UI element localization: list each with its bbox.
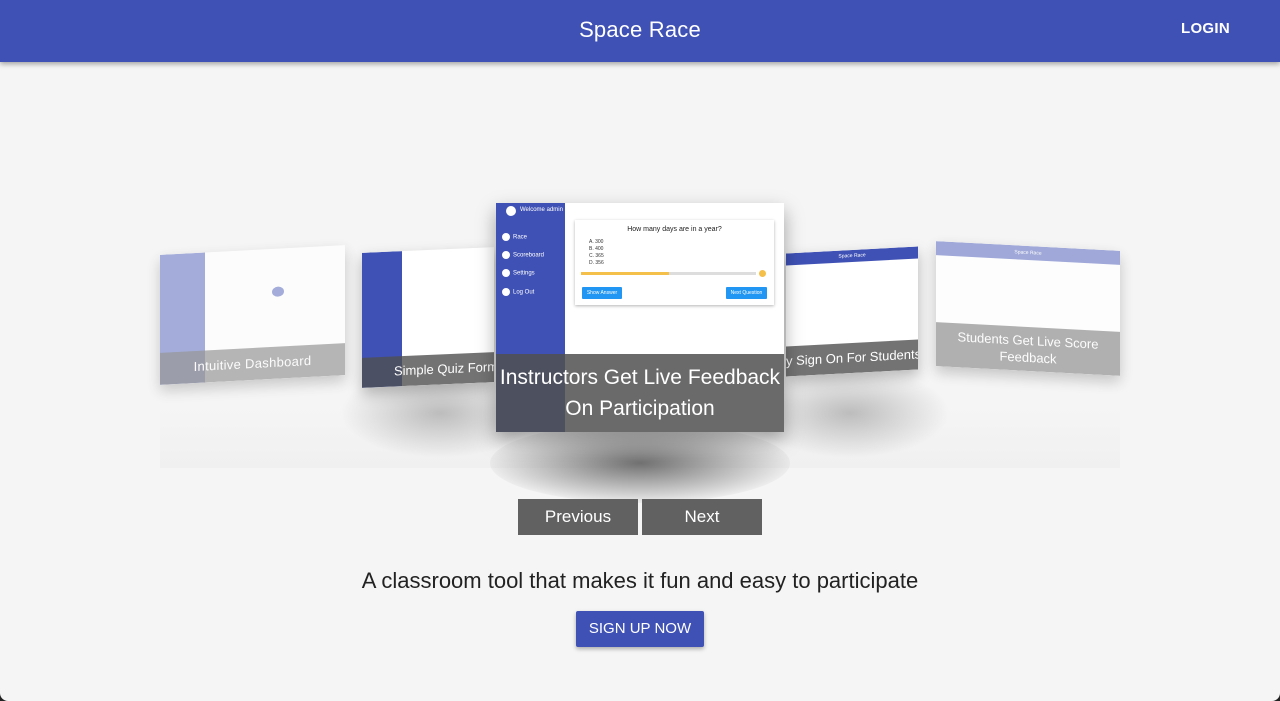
carousel-slide-live-feedback[interactable]: Welcome admin Race Scoreboard Settings L… xyxy=(496,203,784,432)
slide-caption: y Sign On For Students xyxy=(786,339,918,377)
nav-item-settings: Settings xyxy=(502,269,535,277)
smiley-icon xyxy=(759,270,766,277)
avatar-icon xyxy=(506,206,516,216)
option-b: B. 400 xyxy=(589,246,604,252)
option-d: D. 356 xyxy=(589,260,604,266)
login-button[interactable]: LOGIN xyxy=(1181,20,1230,37)
plus-icon xyxy=(502,233,510,241)
carousel-shadow xyxy=(490,423,790,503)
option-a: A. 300 xyxy=(589,239,604,245)
logout-icon xyxy=(502,288,510,296)
slide-caption: Students Get Live Score Feedback xyxy=(936,322,1120,376)
carousel-slide-dashboard[interactable]: Intuitive Dashboard xyxy=(160,245,345,385)
slide-topbar: Space Race xyxy=(786,246,918,266)
slide-fab xyxy=(272,286,284,297)
carousel: Intuitive Dashboard Simple Quiz Forms Sp… xyxy=(160,68,1120,503)
question-card: How many days are in a year? A. 300 B. 4… xyxy=(575,220,774,305)
tagline: A classroom tool that makes it fun and e… xyxy=(361,568,919,593)
page: Space Race LOGIN Intuitive Dashboard Sim… xyxy=(0,0,1280,701)
app-title: Space Race xyxy=(579,17,701,42)
welcome-text: Welcome admin xyxy=(520,207,563,213)
gear-icon xyxy=(502,269,510,277)
question-text: How many days are in a year? xyxy=(627,226,722,233)
carousel-slide-sign-on[interactable]: Space Race y Sign On For Students xyxy=(786,246,918,377)
sign-up-button[interactable]: SIGN UP NOW xyxy=(576,611,704,647)
nav-item-race: Race xyxy=(502,233,527,241)
nav-label: Race xyxy=(513,234,528,241)
nav-label: Settings xyxy=(513,270,535,277)
show-answer-button: Show Answer xyxy=(582,287,622,299)
nav-item-logout: Log Out xyxy=(502,288,534,296)
slide-caption: Instructors Get Live Feedback On Partici… xyxy=(496,354,784,432)
nav-label: Log Out xyxy=(513,289,535,296)
participation-progress-fill xyxy=(581,272,669,275)
nav-item-scoreboard: Scoreboard xyxy=(502,251,544,259)
clipboard-icon xyxy=(502,251,510,259)
app-bar: Space Race LOGIN xyxy=(0,0,1280,62)
slide-topbar: Space Race xyxy=(936,241,1120,265)
next-button[interactable]: Next xyxy=(642,499,762,535)
option-c: C. 365 xyxy=(589,253,604,259)
slide-caption: Simple Quiz Forms xyxy=(362,352,494,388)
previous-button[interactable]: Previous xyxy=(518,499,638,535)
participation-progress xyxy=(581,272,756,275)
carousel-slide-score-feedback[interactable]: Space Race Students Get Live Score Feedb… xyxy=(936,241,1120,376)
next-question-button: Next Question xyxy=(726,287,767,299)
carousel-slide-quiz-forms[interactable]: Simple Quiz Forms xyxy=(362,247,494,388)
nav-label: Scoreboard xyxy=(513,252,545,259)
